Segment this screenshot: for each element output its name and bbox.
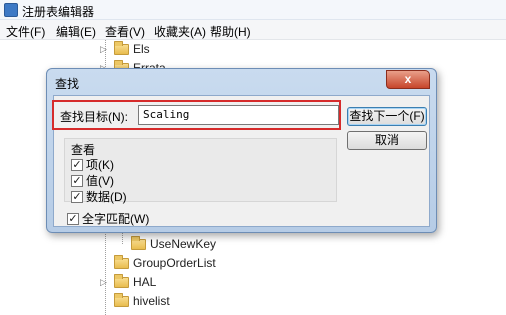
data-checkbox[interactable]: ✓ (71, 190, 83, 203)
menu-bar: 文件(F) 编辑(E) 查看(V) 收藏夹(A) 帮助(H) (0, 20, 506, 40)
tree-item-label: hivelist (133, 294, 170, 308)
keys-label: 项(K) (86, 158, 114, 172)
values-checkbox[interactable]: ✓ (71, 174, 83, 187)
find-next-button[interactable]: 查找下一个(F) (347, 107, 427, 126)
title-bar: 注册表编辑器 (0, 0, 506, 20)
tree-item-hivelist[interactable]: hivelist (100, 292, 170, 310)
close-icon: x (404, 72, 412, 86)
tree-item-hal[interactable]: ▷ HAL (100, 273, 156, 291)
menu-view[interactable]: 查看(V) (105, 23, 145, 40)
expand-arrow-icon[interactable]: ▷ (100, 277, 110, 288)
menu-favorites[interactable]: 收藏夹(A) (154, 23, 206, 40)
folder-icon (114, 254, 129, 269)
keys-option[interactable]: ✓ 项(K) (71, 157, 114, 172)
values-label: 值(V) (86, 174, 114, 188)
folder-icon (114, 273, 129, 288)
expand-arrow-icon[interactable]: ▷ (100, 44, 110, 55)
dialog-body: 查找目标(N): Scaling 查找下一个(F) 取消 查看 ✓ 项(K) ✓… (52, 95, 430, 227)
find-dialog: 查找 x 查找目标(N): Scaling 查找下一个(F) 取消 查看 ✓ 项… (46, 68, 437, 233)
folder-icon (131, 235, 146, 250)
close-button[interactable]: x (386, 70, 430, 89)
tree-item-grouporderlist[interactable]: GroupOrderList (100, 254, 216, 272)
match-whole-string-option[interactable]: ✓ 全字匹配(W) (67, 210, 149, 227)
find-target-label: 查找目标(N): (60, 110, 128, 124)
data-option[interactable]: ✓ 数据(D) (71, 189, 127, 204)
dialog-title: 查找 (55, 77, 80, 91)
tree-item-els[interactable]: ▷ Els (100, 40, 150, 58)
registry-editor-icon (4, 3, 18, 17)
match-whole-checkbox[interactable]: ✓ (67, 212, 79, 225)
tree-item-label: UseNewKey (150, 237, 217, 251)
tree-item-label: HAL (133, 275, 157, 289)
find-target-input[interactable]: Scaling (138, 105, 339, 125)
match-whole-label: 全字匹配(W) (82, 212, 150, 226)
values-option[interactable]: ✓ 值(V) (71, 173, 114, 188)
tree-item-label: Els (133, 42, 150, 56)
window-title: 注册表编辑器 (22, 5, 95, 19)
folder-icon (114, 292, 129, 307)
cancel-button[interactable]: 取消 (347, 131, 427, 150)
menu-help[interactable]: 帮助(H) (210, 23, 251, 40)
look-at-group: 查看 ✓ 项(K) ✓ 值(V) ✓ 数据(D) (64, 138, 337, 204)
menu-file[interactable]: 文件(F) (6, 23, 45, 40)
folder-icon (114, 40, 129, 55)
tree-item-label: GroupOrderList (133, 256, 216, 270)
keys-checkbox[interactable]: ✓ (71, 158, 83, 171)
menu-edit[interactable]: 编辑(E) (56, 23, 96, 40)
tree-item-usenewkey[interactable]: UseNewKey (117, 235, 216, 253)
data-label: 数据(D) (86, 190, 127, 204)
